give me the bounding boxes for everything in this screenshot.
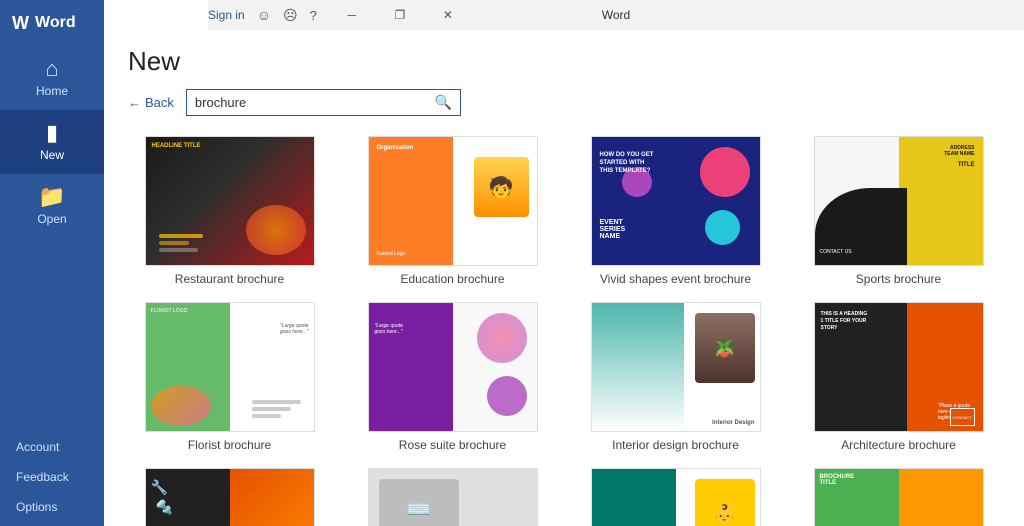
- template-vivid[interactable]: HOW DO YOU GETSTARTED WITHTHIS TEMPLATE?…: [574, 136, 777, 286]
- close-button[interactable]: ✕: [425, 0, 471, 30]
- sidebar-item-label-home: Home: [36, 84, 68, 98]
- search-input[interactable]: [187, 91, 427, 114]
- template-keyboard[interactable]: ⌨️ CONTACT US BROCHURE: [351, 468, 554, 526]
- sidebar-nav: ⌂ Home ▮ New 📁 Open: [0, 46, 104, 432]
- sidebar-item-options[interactable]: Options: [0, 492, 104, 522]
- template-thumb-sports: ADDRESSTEAM NAME TITLE CONTACT US: [814, 136, 984, 266]
- template-thumb-education: Organization Named Logo 🧒: [368, 136, 538, 266]
- new-icon: ▮: [46, 122, 58, 144]
- frown-icon: ☹: [283, 7, 298, 24]
- sidebar-item-open[interactable]: 📁 Open: [0, 174, 104, 238]
- template-label-rose: Rose suite brochure: [399, 438, 506, 452]
- template-thumb-tools: 🔧 🔩 ABOUT US CONTACT US: [145, 468, 315, 526]
- template-teal[interactable]: 👶 HOW DO YOU GET: [574, 468, 777, 526]
- titlebar-label: Word: [602, 8, 630, 22]
- search-button[interactable]: 🔍: [427, 90, 460, 115]
- template-thumb-vivid: HOW DO YOU GETSTARTED WITHTHIS TEMPLATE?…: [591, 136, 761, 266]
- template-interior[interactable]: 🪴 Interior Design Interior design brochu…: [574, 302, 777, 452]
- template-restaurant[interactable]: HEADLINE TITLE Restaurant brochure: [128, 136, 331, 286]
- sidebar-item-new[interactable]: ▮ New: [0, 110, 104, 174]
- template-label-education: Education brochure: [400, 272, 504, 286]
- home-icon: ⌂: [45, 58, 58, 80]
- search-icon: 🔍: [435, 94, 452, 110]
- sidebar-item-feedback[interactable]: Feedback: [0, 462, 104, 492]
- sidebar-bottom: Account Feedback Options: [0, 432, 104, 526]
- titlebar: Word Sign in ☺ ☹ ? ─ ❐ ✕: [208, 0, 1024, 30]
- template-label-vivid: Vivid shapes event brochure: [600, 272, 751, 286]
- app-icon: W: [12, 13, 29, 34]
- open-icon: 📁: [38, 186, 65, 208]
- template-label-interior: Interior design brochure: [612, 438, 739, 452]
- template-colorful[interactable]: BROCHURETITLE SUMMEREDITION: [797, 468, 1000, 526]
- search-bar: ← Back 🔍: [128, 89, 1000, 116]
- sidebar: W Word ⌂ Home ▮ New 📁 Open Account Feedb…: [0, 0, 104, 526]
- back-button[interactable]: ← Back: [128, 95, 174, 110]
- template-rose[interactable]: "Large quotegoes here..." Carlisso Rose …: [351, 302, 554, 452]
- sidebar-item-home[interactable]: ⌂ Home: [0, 46, 104, 110]
- page-title: New: [128, 46, 1000, 77]
- template-thumb-architecture: THIS IS A HEADING1 TITLE FOR YOURSTORY "…: [814, 302, 984, 432]
- template-label-florist: Florist brochure: [188, 438, 271, 452]
- main-content: Word Sign in ☺ ☹ ? ─ ❐ ✕ New ← Back 🔍: [104, 0, 1024, 526]
- smiley-icon: ☺: [257, 7, 271, 23]
- back-arrow-icon: ←: [128, 95, 141, 110]
- template-thumb-florist: FLORIST LOGO "Large quotegoes here...": [145, 302, 315, 432]
- template-florist[interactable]: FLORIST LOGO "Large quotegoes here..." F…: [128, 302, 331, 452]
- template-thumb-colorful: BROCHURETITLE SUMMEREDITION: [814, 468, 984, 526]
- template-sports[interactable]: ADDRESSTEAM NAME TITLE CONTACT US Sports…: [797, 136, 1000, 286]
- titlebar-right: Sign in ☺ ☹ ? ─ ❐ ✕: [208, 0, 475, 30]
- search-input-wrap: 🔍: [186, 89, 461, 116]
- page-header: New ← Back 🔍: [104, 30, 1024, 128]
- template-thumb-restaurant: HEADLINE TITLE: [145, 136, 315, 266]
- template-label-restaurant: Restaurant brochure: [175, 272, 284, 286]
- app-name: Word: [35, 14, 76, 32]
- templates-area: HEADLINE TITLE Restaurant brochure: [104, 128, 1024, 526]
- templates-grid: HEADLINE TITLE Restaurant brochure: [128, 136, 1000, 526]
- template-thumb-teal: 👶 HOW DO YOU GET: [591, 468, 761, 526]
- help-button[interactable]: ?: [310, 8, 317, 23]
- template-education[interactable]: Organization Named Logo 🧒 Education broc…: [351, 136, 554, 286]
- sidebar-item-account[interactable]: Account: [0, 432, 104, 462]
- template-thumb-rose: "Large quotegoes here..." Carlisso: [368, 302, 538, 432]
- sidebar-item-label-new: New: [40, 148, 64, 162]
- template-label-sports: Sports brochure: [856, 272, 941, 286]
- restore-button[interactable]: ❐: [377, 0, 423, 30]
- template-thumb-interior: 🪴 Interior Design: [591, 302, 761, 432]
- template-thumb-keyboard: ⌨️ CONTACT US BROCHURE: [368, 468, 538, 526]
- template-architecture[interactable]: THIS IS A HEADING1 TITLE FOR YOURSTORY "…: [797, 302, 1000, 452]
- minimize-button[interactable]: ─: [329, 0, 375, 30]
- template-label-architecture: Architecture brochure: [841, 438, 956, 452]
- sidebar-item-label-open: Open: [37, 212, 66, 226]
- back-label: Back: [145, 95, 174, 110]
- template-tools[interactable]: 🔧 🔩 ABOUT US CONTACT US: [128, 468, 331, 526]
- app-logo: W Word: [0, 0, 104, 46]
- signin-button[interactable]: Sign in: [208, 8, 245, 22]
- window-controls: ─ ❐ ✕: [329, 0, 471, 30]
